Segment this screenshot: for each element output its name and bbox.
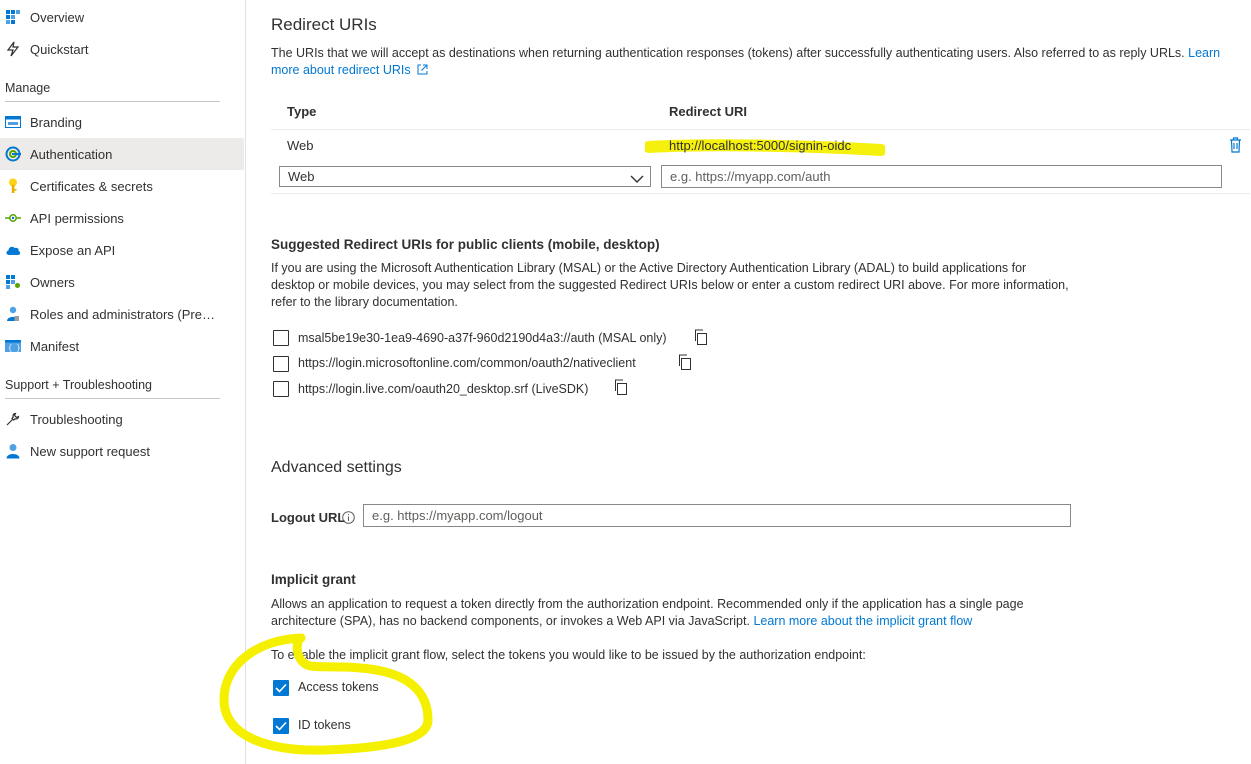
sidebar-item-roles[interactable]: Roles and administrators (Previ...	[0, 298, 244, 330]
implicit-grant-instruction: To enable the implicit grant flow, selec…	[271, 648, 866, 662]
redirect-description-text: The URIs that we will accept as destinat…	[271, 46, 1185, 60]
suggested-uris-description: If you are using the Microsoft Authentic…	[271, 261, 1069, 309]
sidebar-item-api-permissions[interactable]: API permissions	[0, 202, 244, 234]
overview-grid-icon	[5, 9, 21, 25]
id-tokens-label: ID tokens	[298, 718, 351, 732]
info-icon[interactable]	[342, 511, 355, 527]
sidebar-item-label: Overview	[30, 9, 85, 25]
implicit-grant-title: Implicit grant	[271, 572, 356, 587]
sidebar-item-label: Owners	[30, 274, 75, 290]
logout-url-input[interactable]	[363, 504, 1071, 527]
quickstart-bolt-icon	[5, 41, 21, 57]
external-link-icon	[414, 63, 428, 77]
redirect-row-type: Web	[287, 138, 314, 153]
trash-icon	[1229, 137, 1242, 156]
sidebar-section-manage: Manage	[5, 81, 220, 102]
sidebar-item-label: Certificates & secrets	[30, 178, 153, 194]
svg-text:{ }: { }	[8, 345, 21, 352]
sidebar-section-support: Support + Troubleshooting	[5, 378, 220, 399]
api-permissions-icon	[5, 210, 21, 226]
sidebar-item-label: API permissions	[30, 210, 124, 226]
suggested-uri-label: msal5be19e30-1ea9-4690-a37f-960d2190d4a3…	[298, 331, 667, 345]
suggested-uri-checkbox[interactable]	[273, 330, 289, 346]
support-person-icon	[5, 443, 21, 459]
sidebar-item-label: Quickstart	[30, 41, 89, 57]
redirect-uris-description: The URIs that we will accept as destinat…	[271, 45, 1246, 79]
checkmark-icon	[275, 719, 287, 734]
access-tokens-label: Access tokens	[298, 680, 379, 694]
id-tokens-checkbox[interactable]	[273, 718, 289, 734]
sidebar: Overview Quickstart Manage Branding Auth…	[0, 0, 246, 764]
advanced-settings-title: Advanced settings	[271, 459, 402, 476]
copy-icon[interactable]	[677, 354, 693, 370]
sidebar-item-owners[interactable]: Owners	[0, 266, 244, 298]
roles-person-icon	[5, 306, 21, 322]
sidebar-item-label: Manifest	[30, 338, 80, 354]
key-icon	[5, 178, 21, 194]
table-divider	[271, 193, 1250, 194]
sidebar-item-branding[interactable]: Branding	[0, 106, 244, 138]
redirect-row-uri[interactable]: http://localhost:5000/signin-oidc	[669, 138, 851, 153]
sidebar-item-label: Branding	[30, 114, 83, 130]
sidebar-item-label: Troubleshooting	[30, 411, 123, 427]
new-uri-type-value: Web	[288, 169, 315, 184]
sidebar-item-label: Expose an API	[30, 242, 116, 258]
sidebar-item-overview[interactable]: Overview	[0, 1, 244, 33]
sidebar-item-label: Roles and administrators (Previ...	[30, 306, 220, 322]
sidebar-item-label: Authentication	[30, 146, 113, 162]
table-divider	[271, 129, 1250, 130]
learn-more-implicit-link[interactable]: Learn more about the implicit grant flow	[753, 614, 972, 628]
sidebar-item-certificates[interactable]: Certificates & secrets	[0, 170, 244, 202]
delete-uri-button[interactable]	[1229, 137, 1242, 156]
main-content: Redirect URIs The URIs that we will acce…	[271, 0, 1251, 764]
column-header-type: Type	[287, 104, 317, 119]
implicit-grant-description: Allows an application to request a token…	[271, 596, 1071, 630]
column-header-redirect-uri: Redirect URI	[669, 104, 748, 119]
cloud-icon	[5, 242, 21, 258]
wrench-icon	[5, 411, 21, 427]
sidebar-item-manifest[interactable]: { } Manifest	[0, 330, 244, 362]
owners-grid-icon	[5, 274, 21, 290]
suggested-uri-label: https://login.live.com/oauth20_desktop.s…	[298, 382, 589, 396]
sidebar-item-new-support-request[interactable]: New support request	[0, 435, 244, 467]
authentication-icon	[5, 146, 21, 162]
new-uri-type-select[interactable]: Web	[279, 166, 651, 187]
sidebar-item-label: New support request	[30, 443, 150, 459]
logout-url-label: Logout URL	[271, 510, 346, 525]
sidebar-item-quickstart[interactable]: Quickstart	[0, 33, 244, 65]
checkmark-icon	[275, 681, 287, 696]
suggested-uri-label: https://login.microsoftonline.com/common…	[298, 356, 636, 370]
manifest-icon: { }	[5, 338, 21, 354]
sidebar-item-troubleshooting[interactable]: Troubleshooting	[0, 403, 244, 435]
redirect-uris-title: Redirect URIs	[271, 15, 377, 34]
branding-icon	[5, 114, 21, 130]
suggested-uri-checkbox[interactable]	[273, 356, 289, 372]
access-tokens-checkbox[interactable]	[273, 680, 289, 696]
copy-icon[interactable]	[693, 329, 709, 345]
copy-icon[interactable]	[613, 379, 629, 395]
suggested-uri-checkbox[interactable]	[273, 381, 289, 397]
chevron-down-icon	[630, 170, 644, 189]
sidebar-item-authentication[interactable]: Authentication	[0, 138, 244, 170]
new-redirect-uri-input[interactable]	[661, 165, 1222, 188]
suggested-uris-title: Suggested Redirect URIs for public clien…	[271, 237, 660, 252]
sidebar-item-expose-api[interactable]: Expose an API	[0, 234, 244, 266]
